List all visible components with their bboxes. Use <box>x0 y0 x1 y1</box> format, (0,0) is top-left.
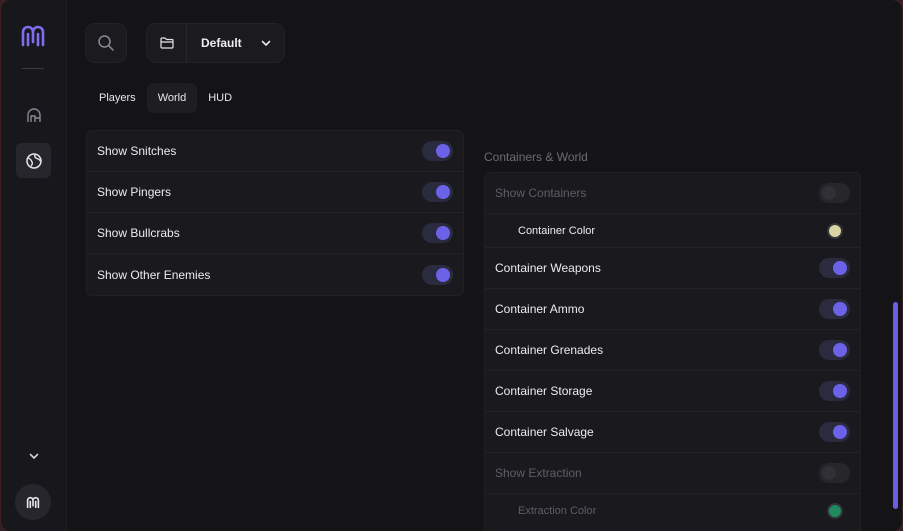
show-pingers-toggle[interactable] <box>422 182 453 202</box>
tab-players[interactable]: Players <box>88 83 147 113</box>
setting-label: Container Salvage <box>495 425 594 439</box>
setting-row-show-extraction: Show Extraction <box>485 453 860 494</box>
profile-selector[interactable]: Default <box>146 23 285 63</box>
sidebar-item-players[interactable] <box>16 98 51 133</box>
setting-row-show-pingers: Show Pingers <box>87 172 463 213</box>
show-extraction-toggle[interactable] <box>819 463 850 483</box>
section-title: Containers & World <box>484 150 588 164</box>
setting-row-container-grenades: Container Grenades <box>485 330 860 371</box>
show-other-enemies-toggle[interactable] <box>422 264 453 285</box>
setting-label: Show Snitches <box>97 144 177 158</box>
setting-label: Show Bullcrabs <box>97 226 180 240</box>
setting-label: Container Color <box>518 224 596 237</box>
search-icon <box>98 35 114 51</box>
tab-hud[interactable]: HUD <box>197 83 243 113</box>
setting-label: Show Other Enemies <box>97 267 211 282</box>
setting-label: Show Containers <box>495 186 587 200</box>
container-color-swatch[interactable] <box>827 222 843 239</box>
tab-bar: Players World HUD <box>88 83 243 113</box>
setting-row-container-salvage: Container Salvage <box>485 412 860 453</box>
scrollbar-thumb[interactable] <box>893 302 898 509</box>
tab-world[interactable]: World <box>146 83 198 113</box>
setting-row-show-containers: Show Containers <box>485 173 860 214</box>
setting-row-extraction-color: Extraction Color <box>485 494 860 528</box>
avatar[interactable] <box>15 484 51 520</box>
container-grenades-toggle[interactable] <box>819 340 850 360</box>
app-logo <box>21 25 45 47</box>
setting-row-container-weapons: Container Weapons <box>485 248 860 289</box>
setting-label: Container Weapons <box>495 261 601 275</box>
show-bullcrabs-toggle[interactable] <box>422 223 453 243</box>
setting-label: Show Extraction <box>495 466 582 480</box>
app-window: Default Players World HUD Show Snitches … <box>1 0 902 531</box>
setting-label: Extraction Color <box>518 505 597 517</box>
containers-panel: Show Containers Container Color Containe… <box>484 172 861 531</box>
container-weapons-toggle[interactable] <box>819 258 850 278</box>
show-containers-toggle[interactable] <box>819 183 850 203</box>
profile-name: Default <box>201 36 242 50</box>
setting-row-show-bullcrabs: Show Bullcrabs <box>87 213 463 254</box>
sidebar <box>1 0 67 531</box>
chevron-down-icon <box>261 40 271 46</box>
helmet-icon <box>26 107 41 122</box>
search-button[interactable] <box>85 23 127 63</box>
chevron-down-icon <box>29 453 38 459</box>
globe-icon <box>25 152 42 169</box>
container-salvage-toggle[interactable] <box>819 422 850 442</box>
setting-row-show-snitches: Show Snitches <box>87 131 463 172</box>
setting-row-container-storage: Container Storage <box>485 371 860 412</box>
sidebar-item-world[interactable] <box>16 143 51 178</box>
setting-label: Container Grenades <box>495 343 604 357</box>
folder-button[interactable] <box>147 24 187 62</box>
main-content: Default Players World HUD Show Snitches … <box>67 0 902 531</box>
sidebar-divider <box>22 68 44 69</box>
setting-row-container-ammo: Container Ammo <box>485 289 860 330</box>
setting-row-show-other-enemies: Show Other Enemies <box>87 254 463 295</box>
app-logo-small <box>26 496 40 508</box>
folder-icon <box>159 37 174 49</box>
container-ammo-toggle[interactable] <box>819 299 850 319</box>
setting-label: Show Pingers <box>97 185 172 199</box>
show-snitches-toggle[interactable] <box>422 141 453 161</box>
sidebar-collapse-button[interactable] <box>16 438 51 473</box>
enemies-panel: Show Snitches Show Pingers Show Bullcrab… <box>86 130 464 296</box>
setting-label: Container Storage <box>495 384 593 398</box>
setting-label: Container Ammo <box>495 302 585 316</box>
container-storage-toggle[interactable] <box>819 381 850 401</box>
extraction-color-swatch[interactable] <box>827 503 843 519</box>
setting-row-container-color: Container Color <box>485 214 860 248</box>
